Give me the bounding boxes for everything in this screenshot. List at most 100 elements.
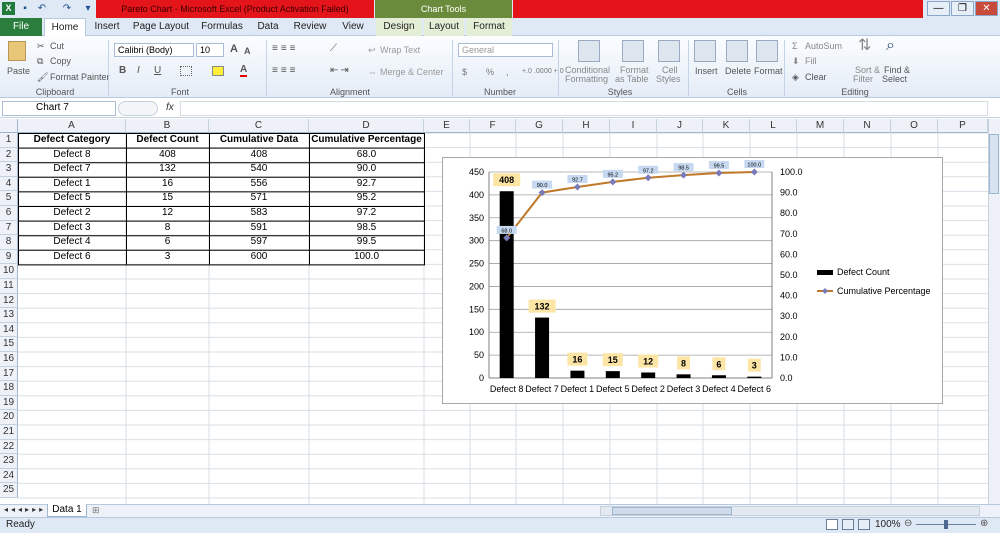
table-header-cell[interactable]: Cumulative Data [209, 133, 309, 148]
insert-cells-button[interactable]: Insert [695, 66, 718, 76]
copy-button[interactable]: Copy [50, 56, 71, 66]
table-cell[interactable]: Defect 6 [18, 250, 126, 265]
row-header[interactable]: 2 [0, 147, 18, 163]
underline-button[interactable]: U [154, 66, 161, 76]
name-box[interactable]: Chart 7 [2, 101, 116, 116]
zoom-level[interactable]: 100% [875, 520, 901, 530]
grow-font-button[interactable]: A [230, 44, 238, 55]
orientation-icon[interactable]: ⟋ [330, 44, 337, 54]
row-header[interactable]: 16 [0, 352, 18, 367]
page-break-view-icon[interactable] [858, 519, 870, 530]
sheet-tab-data-1[interactable]: Data 1 [47, 504, 87, 517]
table-cell[interactable]: 97.2 [309, 206, 424, 221]
copy-icon[interactable]: ⧉ [37, 56, 43, 66]
row-header[interactable]: 15 [0, 337, 18, 352]
column-header[interactable]: I [610, 119, 657, 133]
table-cell[interactable]: 16 [126, 177, 209, 192]
table-cell[interactable]: 68.0 [309, 148, 424, 163]
sort-filter-icon[interactable]: ⇅ [858, 38, 871, 54]
sheet-nav-arrows[interactable]: ◂◂◂▸▸▸ [4, 505, 46, 515]
table-cell[interactable]: Defect 1 [18, 177, 126, 192]
row-header[interactable]: 13 [0, 308, 18, 323]
restore-button[interactable]: ❐ [951, 1, 974, 16]
row-header[interactable]: 22 [0, 439, 18, 455]
row-header[interactable]: 19 [0, 395, 18, 411]
bar[interactable] [570, 370, 585, 378]
column-header[interactable]: O [891, 119, 938, 133]
table-cell[interactable]: Defect 3 [18, 221, 126, 236]
format-cells-icon[interactable] [756, 40, 778, 62]
format-painter-icon[interactable]: 🖌 [37, 72, 48, 82]
line-marker[interactable] [715, 169, 723, 177]
bar[interactable] [641, 372, 656, 378]
table-header-cell[interactable]: Cumulative Percentage [309, 133, 424, 148]
autosum-icon[interactable]: Σ [792, 41, 798, 51]
insert-cells-icon[interactable] [694, 40, 716, 62]
bar[interactable] [499, 191, 514, 378]
tab-review[interactable]: Review [291, 18, 329, 36]
column-header[interactable]: C [209, 119, 309, 133]
select-all-corner[interactable] [0, 119, 18, 133]
table-cell[interactable]: 100.0 [309, 250, 424, 265]
paste-button[interactable]: Paste [7, 66, 30, 76]
table-cell[interactable]: 98.5 [309, 221, 424, 236]
bold-button[interactable]: B [119, 66, 126, 76]
pareto-chart[interactable]: 0 50 100 150 200 250 300 350 400 450 0.0 10.0 20.0 30… [442, 157, 943, 404]
table-cell[interactable]: Defect 8 [18, 148, 126, 163]
formula-input[interactable] [180, 101, 988, 116]
normal-view-icon[interactable] [826, 519, 838, 530]
row-header[interactable]: 9 [0, 249, 18, 265]
tab-layout[interactable]: Layout [424, 18, 464, 36]
row-header[interactable]: 6 [0, 206, 18, 221]
format-as-table-label-2[interactable]: as Table [615, 74, 648, 84]
tab-formulas[interactable]: Formulas [199, 18, 245, 36]
bar[interactable] [747, 376, 762, 378]
table-cell[interactable]: 6 [126, 235, 209, 250]
cut-icon[interactable]: ✂ [37, 41, 45, 51]
horizontal-scroll-thumb[interactable] [612, 507, 732, 515]
table-cell[interactable]: 8 [126, 221, 209, 236]
row-header[interactable]: 8 [0, 235, 18, 250]
table-cell[interactable]: 597 [209, 235, 309, 250]
find-select-icon[interactable]: ⌕ [886, 38, 895, 54]
horizontal-align-icons[interactable]: ≡≡≡ [272, 66, 299, 76]
conditional-formatting-label-2[interactable]: Formatting [565, 74, 608, 84]
conditional-formatting-icon[interactable] [578, 40, 600, 62]
delete-cells-button[interactable]: Delete [725, 66, 751, 76]
tab-file[interactable]: File [0, 18, 42, 36]
column-header[interactable]: B [126, 119, 209, 133]
table-cell[interactable]: 600 [209, 250, 309, 265]
wrap-text-button[interactable]: Wrap Text [380, 45, 420, 55]
zoom-slider-thumb[interactable] [944, 520, 948, 529]
table-cell[interactable]: 15 [126, 191, 209, 206]
row-header[interactable]: 11 [0, 279, 18, 294]
line-marker[interactable] [680, 171, 688, 179]
row-header[interactable]: 3 [0, 162, 18, 177]
row-header[interactable]: 25 [0, 483, 18, 498]
line-marker[interactable] [609, 178, 617, 186]
column-header[interactable]: H [563, 119, 610, 133]
decrease-decimal-button[interactable]: .00 +.0 [542, 67, 564, 77]
italic-button[interactable]: I [137, 66, 140, 76]
minimize-button[interactable]: — [927, 1, 950, 16]
font-color-button[interactable]: A [240, 65, 248, 77]
cell-styles-label-2[interactable]: Styles [656, 74, 681, 84]
column-header[interactable]: L [750, 119, 797, 133]
close-button[interactable]: ✕ [975, 1, 998, 16]
table-cell[interactable]: 408 [126, 148, 209, 163]
formula-bar-handle[interactable] [118, 101, 158, 116]
tab-view[interactable]: View [338, 18, 368, 36]
font-size-select[interactable]: 10 [196, 43, 224, 57]
row-header[interactable]: 12 [0, 293, 18, 309]
row-header[interactable]: 21 [0, 425, 18, 440]
cell-styles-icon[interactable] [658, 40, 680, 62]
format-as-table-icon[interactable] [622, 40, 644, 62]
table-cell[interactable]: 99.5 [309, 235, 424, 250]
tab-design[interactable]: Design [376, 18, 422, 36]
cut-button[interactable]: Cut [50, 41, 64, 51]
clear-button[interactable]: Clear [805, 72, 827, 82]
column-header[interactable]: P [938, 119, 988, 133]
row-header[interactable]: 18 [0, 381, 18, 396]
table-cell[interactable]: 12 [126, 206, 209, 221]
customize-icon[interactable]: ▾ [84, 2, 92, 16]
